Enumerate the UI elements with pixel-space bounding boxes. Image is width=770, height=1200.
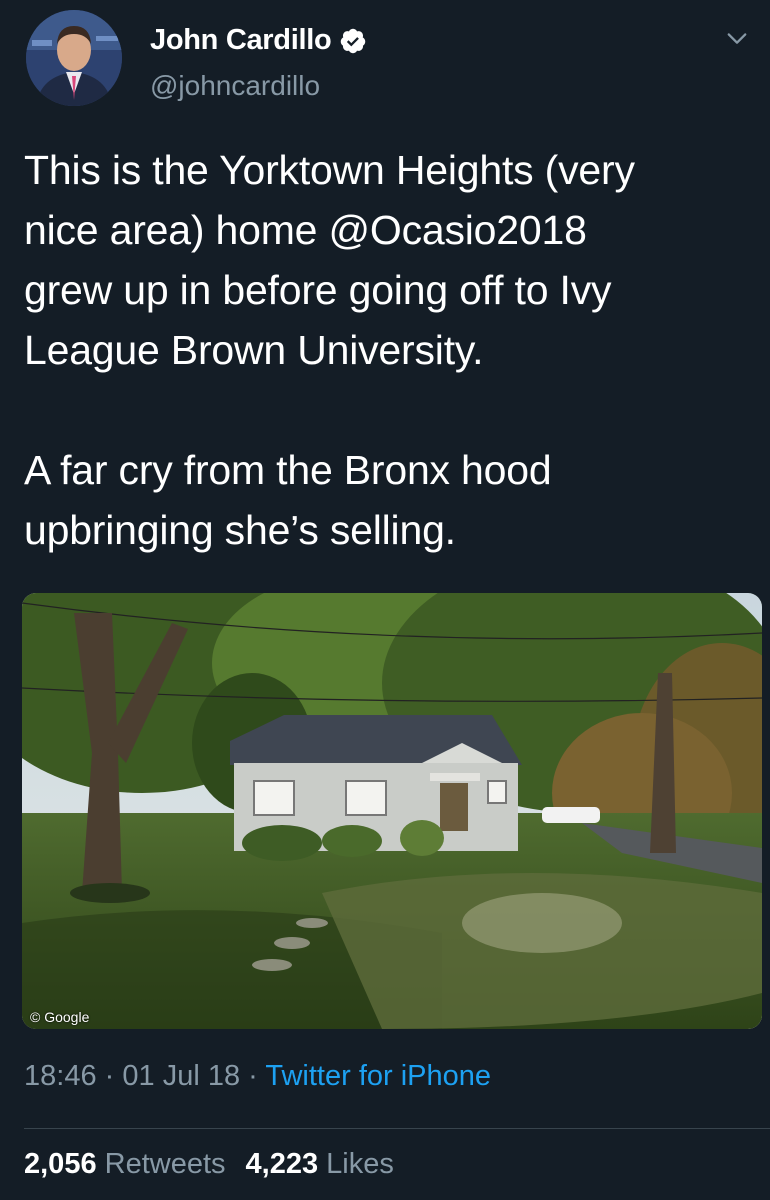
tweet-source-link[interactable]: Twitter for iPhone xyxy=(265,1060,491,1092)
chevron-down-icon[interactable] xyxy=(726,28,748,50)
avatar[interactable] xyxy=(26,10,122,106)
divider xyxy=(24,1128,770,1129)
likes-count: 4,223 xyxy=(245,1148,319,1180)
retweets-stat[interactable]: 2,056 Retweets xyxy=(24,1148,226,1180)
author-display-name[interactable]: John Cardillo xyxy=(150,24,332,57)
tweet-detail: John Cardillo @johncardillo This is the … xyxy=(0,0,770,1200)
house-photo xyxy=(22,593,762,1029)
google-watermark: © Google xyxy=(30,1009,90,1025)
tweet-time: 18:46 xyxy=(24,1060,97,1092)
meta-separator: · xyxy=(104,1060,115,1092)
meta-separator-2: · xyxy=(248,1060,258,1092)
tweet-meta: 18:46 · 01 Jul 18 · Twitter for iPhone xyxy=(24,1060,491,1093)
tweet-stats: 2,056 Retweets 4,223 Likes xyxy=(24,1148,394,1181)
retweets-count: 2,056 xyxy=(24,1148,97,1180)
likes-stat[interactable]: 4,223 Likes xyxy=(246,1148,394,1180)
tweet-date: 01 Jul 18 xyxy=(122,1060,241,1092)
tweet-photo[interactable]: © Google xyxy=(22,593,762,1029)
tweet-text: This is the Yorktown Heights (very nice … xyxy=(24,147,635,553)
likes-label: Likes xyxy=(326,1148,394,1180)
author-name-row[interactable]: John Cardillo xyxy=(150,24,367,57)
retweets-label: Retweets xyxy=(104,1148,226,1180)
verified-badge-icon xyxy=(341,28,366,53)
author-handle[interactable]: @johncardillo xyxy=(150,70,320,102)
